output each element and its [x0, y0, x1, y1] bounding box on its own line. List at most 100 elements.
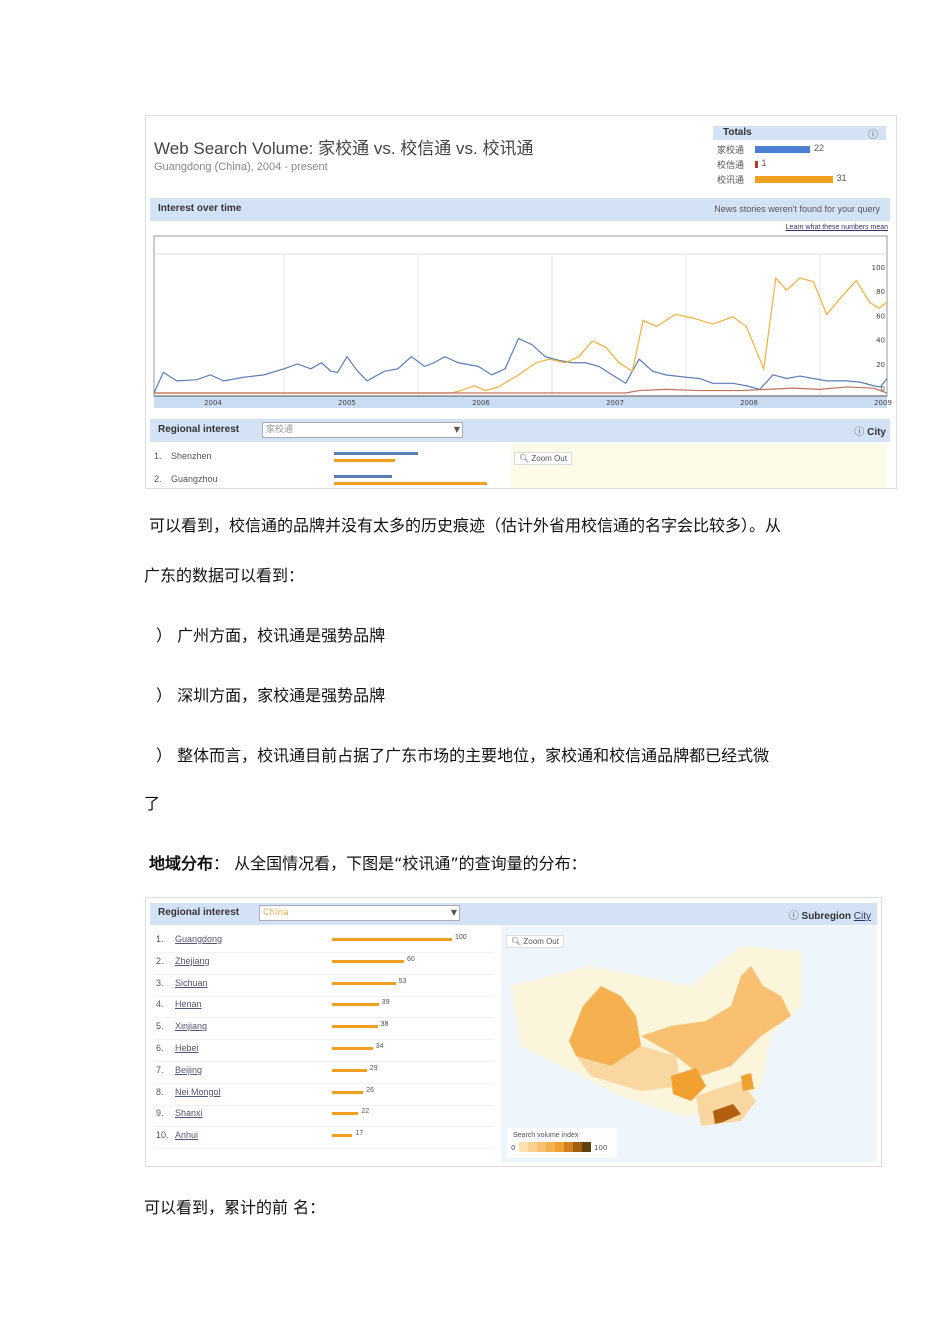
city-bar-blue — [334, 452, 419, 455]
city-bar-orange — [334, 459, 396, 462]
region-rank: 8. — [156, 1086, 164, 1097]
learn-more-link[interactable]: Learn what these numbers mean — [786, 224, 888, 231]
totals-bar — [755, 146, 810, 153]
region-link[interactable]: Zhejiang — [175, 956, 210, 966]
trends-screenshot-guangdong: Web Search Volume: 家校通 vs. 校信通 vs. 校讯通 G… — [145, 115, 897, 489]
bullet-1: ） 广州方面，校讯通是强势品牌 — [156, 626, 386, 645]
city-name[interactable]: Guangzhou — [171, 474, 218, 484]
city-toggle[interactable]: ⓘ City — [854, 423, 886, 438]
city-rank: 1. — [154, 451, 162, 461]
city-row: 2. Guangzhou — [154, 474, 504, 488]
region-bar — [332, 1090, 364, 1094]
totals-value: 31 — [836, 173, 847, 183]
region-link[interactable]: Beijing — [175, 1065, 202, 1075]
x-tick-label: 2008 — [740, 399, 758, 407]
region-row: 9. Shanxi 22 — [154, 1108, 494, 1128]
bullet-2: ） 深圳方面，家校通是强势品牌 — [156, 686, 386, 705]
city-row: 1. Shenzhen — [154, 451, 504, 471]
help-circle-icon[interactable]: ⓘ — [868, 126, 878, 141]
region-link[interactable]: Sichuan — [175, 978, 208, 988]
city-link[interactable]: City — [854, 911, 871, 922]
region-rank: 6. — [156, 1043, 164, 1053]
city-rank: 2. — [154, 474, 162, 484]
legend-min: 0 — [511, 1144, 515, 1152]
regional-term-select[interactable]: 家校通 ▼ — [262, 422, 463, 438]
help-circle-icon: ⓘ — [788, 911, 802, 922]
region-bar — [332, 981, 396, 985]
totals-label: Totals — [723, 127, 752, 138]
totals-term: 家校通 — [717, 145, 745, 155]
interest-over-time-label: Interest over time — [158, 203, 242, 214]
region-bar — [332, 938, 452, 941]
region-bar — [332, 1134, 353, 1138]
region-row: 7. Beijing 29 — [154, 1065, 494, 1084]
region-value: 17 — [355, 1130, 364, 1138]
region-value: 60 — [407, 955, 415, 963]
region-link[interactable]: Henan — [175, 999, 202, 1009]
help-circle-icon: ⓘ — [854, 427, 868, 438]
region-row: 5. Xinjiang 38 — [154, 1021, 494, 1041]
totals-term: 校讯通 — [717, 175, 745, 185]
region-link[interactable]: Guangdong — [175, 934, 222, 944]
city-label: City — [867, 427, 886, 438]
region-value: 26 — [366, 1086, 374, 1094]
china-map[interactable]: Search volume index 0 100 — [501, 926, 877, 1162]
region-value: 39 — [381, 999, 390, 1007]
totals-value: 1 — [761, 158, 767, 168]
region-value: 29 — [369, 1064, 378, 1072]
region-rank: 10. — [156, 1130, 169, 1141]
y-tick-label: 100 — [872, 264, 885, 272]
region-bar — [332, 959, 404, 963]
region-link[interactable]: Nei Mongol — [175, 1087, 221, 1097]
regional-interest-label: Regional interest — [158, 424, 240, 435]
region-link[interactable]: Hebei — [175, 1043, 199, 1053]
totals-bar — [755, 161, 758, 168]
zoom-out-button[interactable]: 🔍︎ Zoom Out — [506, 935, 564, 948]
legend-max: 100 — [594, 1144, 607, 1152]
totals-term: 校信通 — [717, 160, 745, 170]
region-value: 34 — [375, 1043, 384, 1050]
chevron-down-icon: ▼ — [450, 908, 457, 917]
region-value: 100 — [455, 934, 467, 941]
subregion-label[interactable]: Subregion — [802, 911, 851, 922]
region-row: 6. Hebei 34 — [154, 1043, 494, 1062]
region-bar — [332, 1025, 378, 1029]
magnifier-icon: 🔍︎ — [519, 454, 530, 463]
zoom-out-label: Zoom Out — [531, 454, 567, 463]
geo-text: ： 从全国情况看，下图是“校讯通”的查询量的分布： — [213, 854, 587, 873]
region-row: 2. Zhejiang 60 — [154, 956, 494, 975]
region-link[interactable]: Shanxi — [175, 1108, 203, 1118]
regional-interest-label: Regional interest — [158, 907, 240, 918]
x-tick-label: 2006 — [472, 399, 490, 407]
x-tick-label: 2004 — [204, 399, 222, 407]
trends-subtitle: Guangdong (China), 2004 - present — [154, 161, 328, 173]
region-rank: 1. — [156, 934, 164, 944]
region-select[interactable]: China ▼ — [259, 905, 460, 921]
plot-area — [153, 235, 888, 397]
selected-region: China — [263, 908, 289, 918]
interest-line-chart: 2004 2005 2006 2007 2008 2009100806040200 — [153, 235, 892, 408]
geo-bold: 地域分布 — [149, 854, 214, 873]
totals-box: Totals ⓘ 家校通 22 校信通 1 校讯通 31 — [713, 126, 886, 188]
region-row: 4. Henan 39 — [154, 999, 494, 1019]
trends-title: Web Search Volume: 家校通 vs. 校信通 vs. 校讯通 — [154, 139, 534, 158]
region-link[interactable]: Xinjiang — [175, 1021, 207, 1031]
city-bar-orange — [334, 482, 487, 485]
y-tick-label: 60 — [876, 312, 885, 320]
region-row: 10. Anhui 17 — [154, 1130, 494, 1150]
document-page: Web Search Volume: 家校通 vs. 校信通 vs. 校讯通 G… — [0, 0, 950, 1344]
region-map[interactable] — [511, 444, 887, 488]
x-tick-label: 2007 — [606, 399, 624, 407]
region-value: 22 — [361, 1108, 370, 1116]
zoom-out-button[interactable]: 🔍︎ Zoom Out — [514, 452, 572, 465]
totals-value: 22 — [814, 143, 825, 153]
region-rank: 5. — [156, 1021, 164, 1032]
city-name[interactable]: Shenzhen — [171, 451, 212, 461]
x-axis-band — [154, 396, 887, 408]
region-link[interactable]: Anhui — [175, 1130, 198, 1140]
region-bar — [332, 1068, 367, 1072]
bullet-3-continued: 了 — [144, 794, 161, 813]
zoom-out-label: Zoom Out — [523, 937, 559, 946]
totals-bar — [755, 176, 833, 183]
region-rank: 7. — [156, 1064, 164, 1075]
